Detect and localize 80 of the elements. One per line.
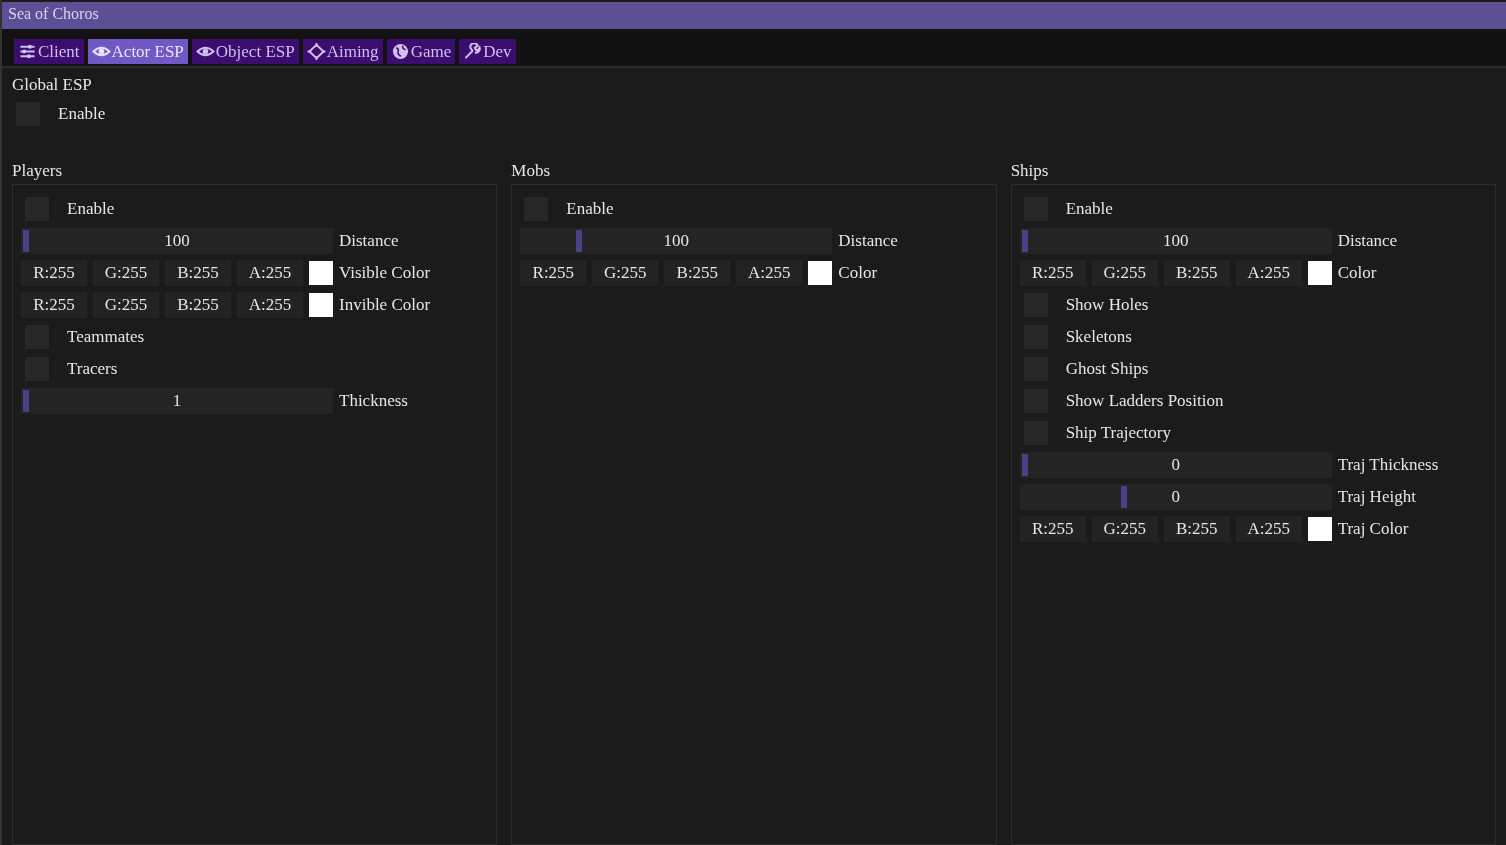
section-title: Mobs (511, 160, 552, 182)
color-swatch[interactable] (309, 293, 333, 317)
slider-value: 100 (164, 231, 190, 251)
color-channel-field[interactable]: A:255 (1235, 260, 1302, 286)
color-channel-field[interactable]: A:255 (1235, 516, 1302, 542)
color-label: Color (1337, 263, 1377, 283)
checkbox-label: Enable (1065, 199, 1113, 219)
window-title: Sea of Choros (2, 2, 1506, 29)
checkbox-label: Show Holes (1065, 295, 1149, 315)
tab[interactable]: Actor ESP (87, 39, 188, 64)
color-channel-field[interactable]: B:255 (165, 292, 231, 318)
slider-label: Distance (1337, 231, 1398, 251)
slider-value: 0 (1171, 455, 1180, 475)
tab[interactable]: Object ESP (191, 39, 299, 64)
color-label: Visible Color (339, 263, 431, 283)
tab[interactable]: Aiming (302, 39, 383, 64)
checkbox-label: Ghost Ships (1065, 359, 1149, 379)
color-channel-field[interactable]: B:255 (664, 260, 731, 286)
color-channel-field[interactable]: A:255 (237, 260, 303, 286)
slider-label: Traj Height (1337, 487, 1416, 507)
sliders-icon (18, 43, 37, 60)
color-label: Invible Color (339, 295, 431, 315)
color-channel-field[interactable]: B:255 (1163, 260, 1230, 286)
globe-icon (390, 43, 410, 60)
color-channel-field[interactable]: G:255 (1091, 516, 1158, 542)
section-title: Players (12, 160, 64, 182)
color-label: Traj Color (1337, 519, 1409, 539)
slider-value: 100 (663, 231, 690, 251)
section-title: Ships (1010, 160, 1050, 182)
color-channel-field[interactable]: G:255 (93, 260, 159, 286)
color-swatch[interactable] (309, 261, 333, 285)
slider[interactable]: 100 (1019, 228, 1332, 254)
slider-thumb[interactable] (1120, 486, 1127, 508)
slider[interactable]: 0 (1019, 452, 1332, 478)
color-channel-field[interactable]: R:255 (1019, 516, 1086, 542)
slider-label: Distance (339, 231, 399, 251)
slider-value: 1 (172, 391, 182, 411)
slider-thumb[interactable] (23, 390, 29, 412)
slider-label: Thickness (339, 391, 408, 411)
section-title: Global ESP (12, 74, 93, 96)
slider-label: Distance (838, 231, 898, 251)
color-channel-field[interactable]: R:255 (21, 292, 87, 318)
color-channel-field[interactable]: R:255 (1019, 260, 1086, 286)
color-channel-field[interactable]: R:255 (520, 260, 587, 286)
color-channel-field[interactable]: A:255 (237, 292, 303, 318)
slider[interactable]: 100 (520, 228, 833, 254)
checkbox-label: Enable (67, 199, 115, 219)
slider[interactable]: 0 (1019, 484, 1332, 510)
slider[interactable]: 100 (21, 228, 333, 254)
checkbox-label: Show Ladders Position (1065, 391, 1224, 411)
color-channel-field[interactable]: A:255 (736, 260, 803, 286)
wrench-icon (463, 43, 483, 60)
slider-value: 100 (1162, 231, 1189, 251)
slider-thumb[interactable] (23, 230, 29, 252)
crosshair-icon (306, 43, 326, 60)
tab[interactable]: Dev (459, 39, 516, 64)
checkbox-label: Tracers (67, 359, 118, 379)
tab[interactable]: Game (386, 39, 456, 64)
slider[interactable]: 1 (21, 388, 333, 414)
color-channel-field[interactable]: G:255 (93, 292, 159, 318)
color-label: Color (838, 263, 878, 283)
color-swatch[interactable] (1307, 261, 1332, 285)
slider-label: Traj Thickness (1337, 455, 1439, 475)
checkbox-label: Enable (58, 104, 106, 124)
checkbox-label: Teammates (67, 327, 145, 347)
slider-value: 0 (1171, 487, 1180, 507)
color-channel-field[interactable]: B:255 (1163, 516, 1230, 542)
color-channel-field[interactable]: G:255 (592, 260, 659, 286)
checkbox-label: Skeletons (1065, 327, 1132, 347)
color-channel-field[interactable]: B:255 (165, 260, 231, 286)
slider-thumb[interactable] (1021, 454, 1028, 476)
color-channel-field[interactable]: R:255 (21, 260, 87, 286)
color-swatch[interactable] (808, 261, 833, 285)
slider-thumb[interactable] (1021, 230, 1028, 252)
checkbox-label: Ship Trajectory (1065, 423, 1171, 443)
color-channel-field[interactable]: G:255 (1091, 260, 1158, 286)
color-swatch[interactable] (1307, 517, 1332, 541)
slider-thumb[interactable] (576, 230, 583, 252)
checkbox-label: Enable (566, 199, 614, 219)
tab[interactable]: Client (14, 39, 84, 64)
